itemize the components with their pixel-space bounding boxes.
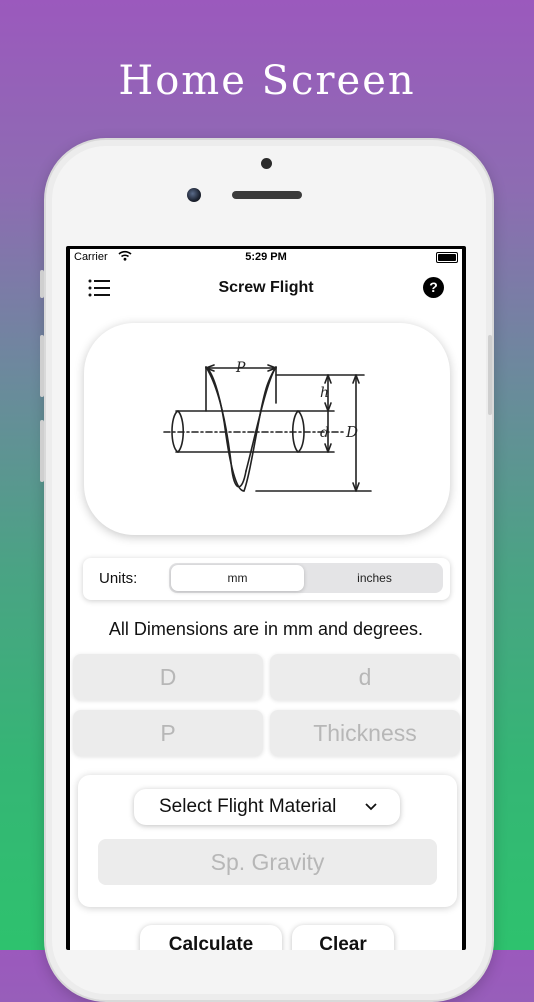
units-card: Units: mm inches: [83, 558, 450, 600]
units-label: Units:: [99, 570, 138, 587]
P-input[interactable]: P: [73, 710, 263, 756]
diagram-label-p: P: [235, 360, 246, 376]
status-time: 5:29 PM: [245, 251, 287, 263]
side-button-volume-up: [40, 335, 44, 397]
help-button[interactable]: ?: [423, 277, 444, 298]
dimensions-note: All Dimensions are in mm and degrees.: [108, 619, 424, 639]
diagram-label-d: d: [320, 425, 329, 441]
status-bar: Carrier 5:29 PM: [70, 249, 462, 267]
side-button-volume-down: [40, 420, 44, 482]
hero-title: Home Screen: [118, 58, 416, 104]
app-screen: Carrier 5:29 PM Screw Flight ? P h d D U…: [70, 249, 462, 950]
units-option-mm[interactable]: mm: [171, 565, 304, 591]
diagram-label-h: h: [320, 385, 329, 401]
units-segmented-control: mm inches: [169, 563, 443, 593]
front-camera: [187, 188, 201, 202]
navbar: Screw Flight ?: [70, 271, 462, 305]
chevron-down-icon: [364, 789, 378, 838]
screw-flight-diagram: P h d D: [163, 360, 372, 492]
calculate-button[interactable]: Calculate: [140, 925, 282, 950]
clear-button[interactable]: Clear: [292, 925, 394, 950]
earpiece-speaker: [232, 191, 302, 199]
screw-flight-diagram-card: P h d D: [84, 323, 450, 535]
flight-material-select[interactable]: Select Flight Material: [134, 789, 400, 825]
thickness-input[interactable]: Thickness: [270, 710, 460, 756]
d-input[interactable]: d: [270, 654, 460, 700]
material-card: Select Flight Material Sp. Gravity: [78, 775, 457, 907]
battery-icon: [436, 252, 458, 263]
side-button-mute: [40, 270, 44, 298]
specific-gravity-input[interactable]: Sp. Gravity: [98, 839, 437, 885]
units-option-inches[interactable]: inches: [308, 565, 441, 591]
flight-material-select-label: Select Flight Material: [159, 796, 337, 817]
side-button-power: [488, 335, 492, 415]
page-title: Screw Flight: [218, 279, 314, 296]
diagram-label-D: D: [345, 423, 358, 441]
front-sensor: [261, 158, 272, 169]
D-input[interactable]: D: [73, 654, 263, 700]
